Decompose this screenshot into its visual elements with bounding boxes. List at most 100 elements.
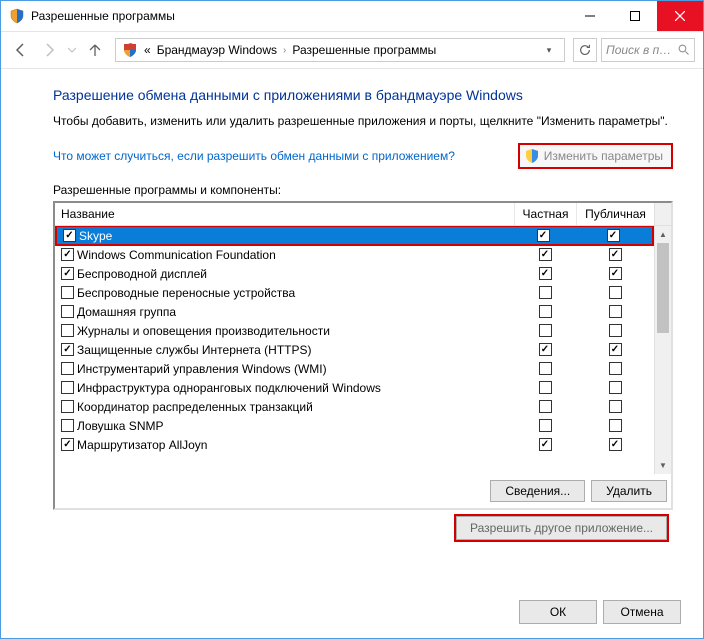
forward-button[interactable] — [37, 38, 61, 62]
public-checkbox[interactable] — [609, 324, 622, 337]
private-checkbox[interactable] — [539, 305, 552, 318]
row-checkbox[interactable] — [61, 324, 74, 337]
shield-icon — [9, 8, 25, 24]
chevron-right-icon: › — [283, 45, 286, 56]
public-checkbox[interactable] — [609, 438, 622, 451]
row-checkbox[interactable] — [61, 343, 74, 356]
row-checkbox[interactable] — [61, 305, 74, 318]
private-checkbox[interactable] — [539, 343, 552, 356]
public-checkbox[interactable] — [609, 400, 622, 413]
breadcrumb[interactable]: « Брандмауэр Windows › Разрешенные прогр… — [115, 38, 565, 62]
row-label: Инфраструктура одноранговых подключений … — [77, 381, 381, 395]
private-checkbox[interactable] — [539, 381, 552, 394]
col-name[interactable]: Название — [55, 203, 514, 225]
titlebar: Разрешенные программы — [1, 1, 703, 31]
table-row[interactable]: Ловушка SNMP — [55, 416, 654, 435]
table-row[interactable]: Windows Communication Foundation — [55, 245, 654, 264]
search-input[interactable]: Поиск в п… — [601, 38, 695, 62]
col-public[interactable]: Публичная — [576, 203, 654, 225]
scroll-up-button[interactable]: ▲ — [655, 226, 671, 243]
row-label: Журналы и оповещения производительности — [77, 324, 330, 338]
row-checkbox[interactable] — [61, 381, 74, 394]
public-checkbox[interactable] — [609, 381, 622, 394]
change-settings-button[interactable]: Изменить параметры — [518, 143, 673, 169]
row-label: Домашняя группа — [77, 305, 176, 319]
row-label: Ловушка SNMP — [77, 419, 163, 433]
public-checkbox[interactable] — [609, 419, 622, 432]
apps-list: Название Частная Публичная Skype Windows … — [53, 201, 673, 510]
private-checkbox[interactable] — [539, 267, 552, 280]
row-label: Маршрутизатор AllJoyn — [77, 438, 207, 452]
private-checkbox[interactable] — [539, 286, 552, 299]
breadcrumb-part2[interactable]: Разрешенные программы — [292, 43, 436, 57]
row-label: Беспроводные переносные устройства — [77, 286, 295, 300]
row-checkbox[interactable] — [61, 248, 74, 261]
row-checkbox[interactable] — [61, 419, 74, 432]
row-checkbox[interactable] — [61, 438, 74, 451]
public-checkbox[interactable] — [609, 343, 622, 356]
row-checkbox[interactable] — [61, 286, 74, 299]
table-row[interactable]: Домашняя группа — [55, 302, 654, 321]
table-row[interactable]: Защищенные службы Интернета (HTTPS) — [55, 340, 654, 359]
remove-button[interactable]: Удалить — [591, 480, 667, 502]
maximize-button[interactable] — [612, 1, 657, 31]
navbar: « Брандмауэр Windows › Разрешенные прогр… — [1, 31, 703, 69]
back-button[interactable] — [9, 38, 33, 62]
up-button[interactable] — [83, 38, 107, 62]
recent-dropdown[interactable] — [65, 38, 79, 62]
page-heading: Разрешение обмена данными с приложениями… — [53, 87, 673, 103]
help-link[interactable]: Что может случиться, если разрешить обме… — [53, 149, 455, 163]
table-row[interactable]: Маршрутизатор AllJoyn — [55, 435, 654, 454]
scroll-thumb[interactable] — [657, 243, 669, 333]
details-button[interactable]: Сведения... — [490, 480, 585, 502]
row-label: Skype — [79, 229, 112, 243]
row-label: Windows Communication Foundation — [77, 248, 276, 262]
page-description: Чтобы добавить, изменить или удалить раз… — [53, 113, 673, 129]
row-label: Координатор распределенных транзакций — [77, 400, 313, 414]
private-checkbox[interactable] — [539, 324, 552, 337]
public-checkbox[interactable] — [609, 248, 622, 261]
public-checkbox[interactable] — [609, 286, 622, 299]
public-checkbox[interactable] — [609, 305, 622, 318]
public-checkbox[interactable] — [609, 362, 622, 375]
public-checkbox[interactable] — [607, 229, 620, 242]
breadcrumb-dropdown[interactable]: ▾ — [540, 45, 558, 56]
private-checkbox[interactable] — [537, 229, 550, 242]
table-row[interactable]: Координатор распределенных транзакций — [55, 397, 654, 416]
minimize-button[interactable] — [567, 1, 612, 31]
row-checkbox[interactable] — [63, 229, 76, 242]
scrollbar[interactable]: ▲ ▼ — [654, 226, 671, 474]
list-header: Название Частная Публичная — [55, 203, 671, 226]
table-row[interactable]: Беспроводные переносные устройства — [55, 283, 654, 302]
col-private[interactable]: Частная — [514, 203, 576, 225]
cancel-button[interactable]: Отмена — [603, 600, 681, 624]
table-row[interactable]: Skype — [55, 226, 654, 246]
close-button[interactable] — [657, 1, 703, 31]
private-checkbox[interactable] — [539, 400, 552, 413]
list-label: Разрешенные программы и компоненты: — [53, 183, 673, 197]
row-checkbox[interactable] — [61, 362, 74, 375]
private-checkbox[interactable] — [539, 248, 552, 261]
row-checkbox[interactable] — [61, 267, 74, 280]
allow-another-app-button[interactable]: Разрешить другое приложение... — [454, 514, 669, 542]
shield-icon — [524, 148, 540, 164]
window-title: Разрешенные программы — [1, 8, 175, 24]
private-checkbox[interactable] — [539, 419, 552, 432]
private-checkbox[interactable] — [539, 362, 552, 375]
table-row[interactable]: Журналы и оповещения производительности — [55, 321, 654, 340]
private-checkbox[interactable] — [539, 438, 552, 451]
search-icon — [678, 44, 690, 56]
table-row[interactable]: Беспроводной дисплей — [55, 264, 654, 283]
row-label: Инструментарий управления Windows (WMI) — [77, 362, 327, 376]
breadcrumb-part1[interactable]: Брандмауэр Windows — [157, 43, 277, 57]
refresh-button[interactable] — [573, 38, 597, 62]
footer: ОК Отмена — [519, 600, 681, 624]
public-checkbox[interactable] — [609, 267, 622, 280]
table-row[interactable]: Инфраструктура одноранговых подключений … — [55, 378, 654, 397]
row-checkbox[interactable] — [61, 400, 74, 413]
content: Разрешение обмена данными с приложениями… — [1, 69, 703, 542]
table-row[interactable]: Инструментарий управления Windows (WMI) — [55, 359, 654, 378]
ok-button[interactable]: ОК — [519, 600, 597, 624]
scroll-down-button[interactable]: ▼ — [655, 457, 671, 474]
row-label: Беспроводной дисплей — [77, 267, 207, 281]
